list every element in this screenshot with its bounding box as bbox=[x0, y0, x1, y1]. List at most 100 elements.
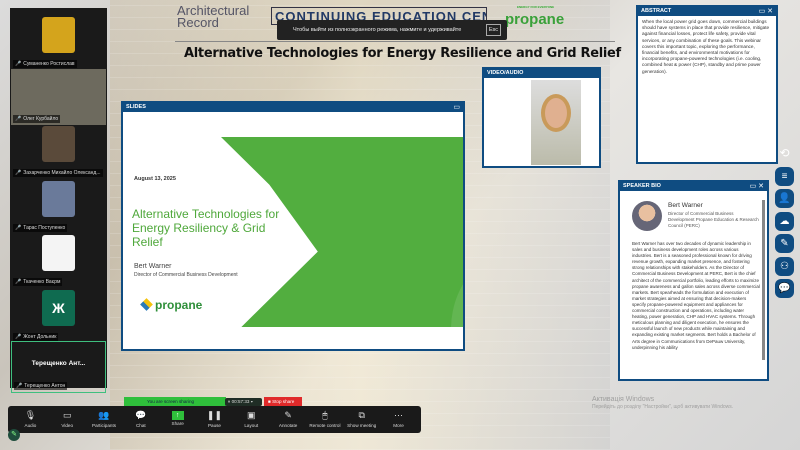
slide-presenter: Bert Warner bbox=[134, 263, 172, 270]
mic-muted-icon: 🎤 bbox=[16, 383, 23, 389]
participant-avatar bbox=[42, 180, 75, 217]
participant-name: 🎤 Олег Курбайло bbox=[13, 114, 61, 123]
button-label: More bbox=[393, 423, 404, 428]
button-label: Show meeting bbox=[347, 423, 377, 428]
more-button[interactable]: ⋯ More bbox=[381, 406, 417, 433]
remote-control-button[interactable]: 🖱 Remote control bbox=[307, 406, 343, 433]
participant-tile[interactable]: Ж 🎤 Жонт Дольник bbox=[11, 287, 106, 343]
active-speaker-name: Терещенко Ант... bbox=[31, 360, 86, 367]
participant-tile[interactable]: 🎤 Олег Курбайло bbox=[11, 68, 106, 125]
button-label: Audio bbox=[24, 423, 37, 428]
window-title: SPEAKER BIO bbox=[623, 183, 661, 189]
mic-muted-icon: 🎤 bbox=[15, 333, 22, 340]
participant-tile[interactable]: 🎤 Тарас Поступенко bbox=[11, 178, 106, 234]
participants-icon: 👥 bbox=[98, 410, 110, 420]
divider bbox=[175, 41, 615, 42]
button-label: Video bbox=[61, 423, 74, 428]
annotate-icon: ✎ bbox=[284, 410, 292, 420]
participant-name: 🎤 Ткаченко Ваєрм bbox=[13, 278, 63, 286]
slide-date: August 13, 2025 bbox=[134, 176, 176, 182]
participant-avatar bbox=[42, 235, 75, 271]
participant-tile[interactable]: 🎤 Ткаченко Ваєрм bbox=[11, 232, 106, 288]
scrollbar[interactable] bbox=[762, 200, 765, 360]
more-icon: ⋯ bbox=[394, 410, 404, 420]
button-label: Annotate bbox=[278, 423, 298, 428]
audio-button[interactable]: 🎙 Audio bbox=[12, 406, 48, 433]
architectural-record-logo: Architectural Record bbox=[177, 3, 250, 30]
slide-propane-logo: propane bbox=[140, 298, 202, 312]
survey-icon[interactable]: ✎ bbox=[775, 234, 794, 253]
pause-button[interactable]: ❚❚ Pause bbox=[196, 406, 232, 433]
mic-muted-icon: 🎤 bbox=[15, 224, 22, 231]
speaker-role: Director of Commercial Business Developm… bbox=[668, 211, 759, 228]
button-label: Remote control bbox=[309, 423, 341, 428]
menu-icon[interactable]: ≡ bbox=[775, 166, 794, 186]
user-check-icon[interactable]: 👤 bbox=[775, 189, 794, 208]
window-title: VIDEO/AUDIO bbox=[487, 70, 524, 76]
speaker-bio-window[interactable]: SPEAKER BIO ▭ ✕ Bert Warner Director of C… bbox=[618, 180, 769, 381]
speaker-bio-text: Bert Warner has over two decades of dyna… bbox=[632, 241, 760, 350]
show-meeting-button[interactable]: ⧉ Show meeting bbox=[344, 406, 380, 433]
participant-tile[interactable]: 🎤 Суманенко Ростислав bbox=[11, 14, 106, 70]
participant-tile[interactable]: Терещенко Ант... 🎤 Терещенко Антон bbox=[11, 341, 106, 393]
remote-control-icon: 🖱 bbox=[322, 410, 328, 420]
button-label: Pause bbox=[207, 423, 221, 428]
video-window[interactable]: VIDEO/AUDIO bbox=[482, 67, 601, 168]
participant-tile[interactable]: 🎤 Захарченко Михайло Олександ... bbox=[11, 123, 106, 179]
show-meeting-icon: ⧉ bbox=[358, 410, 365, 420]
participant-name: 🎤 Жонт Дольник bbox=[13, 332, 59, 341]
layout-icon: ▣ bbox=[247, 410, 256, 420]
participant-gallery[interactable]: 🎤 Суманенко Ростислав 🎤 Олег Курбайло 🎤 Захар… bbox=[10, 8, 107, 393]
slide: August 13, 2025 Alternative Technologies… bbox=[125, 113, 463, 327]
esc-key: Esc bbox=[485, 24, 501, 36]
participant-avatar bbox=[42, 17, 75, 53]
slide-title: Alternative Technologies for Energy Resi… bbox=[132, 207, 280, 249]
participant-name: 🎤 Захарченко Михайло Олександ... bbox=[13, 169, 103, 177]
cloud-transfer-icon[interactable]: ☁ bbox=[775, 211, 794, 231]
window-controls-icon[interactable]: ▭ ✕ bbox=[750, 182, 764, 191]
meeting-toolbar: 🎙 Audio ▭ Video 👥 Participants 💬 Chat ↑ Share ❚❚ Pa… bbox=[8, 406, 421, 433]
window-controls-icon[interactable]: ▭ ✕ bbox=[759, 7, 773, 16]
video-button[interactable]: ▭ Video bbox=[49, 406, 85, 433]
video-icon: ▭ bbox=[62, 410, 72, 420]
share-icon: ↑ bbox=[171, 411, 184, 420]
slides-window[interactable]: SLIDES ▭ August 13, 2025 Alternative Tech… bbox=[121, 101, 465, 351]
reset-icon[interactable]: ⟲ bbox=[775, 144, 794, 163]
button-label: Share bbox=[171, 421, 184, 426]
mic-muted-icon: 🎤 bbox=[15, 115, 22, 122]
pause-icon: ❚❚ bbox=[206, 410, 223, 420]
button-label: Layout bbox=[244, 423, 259, 428]
maximize-icon[interactable]: ▭ bbox=[453, 103, 460, 112]
audio-icon: 🎙 bbox=[24, 410, 37, 420]
participants-button[interactable]: 👥 Participants bbox=[86, 406, 122, 433]
share-button[interactable]: ↑ Share bbox=[160, 406, 196, 433]
participant-name: 🎤 Тарас Поступенко bbox=[13, 223, 68, 232]
slide-role: Director of Commercial Business Developm… bbox=[134, 272, 238, 278]
button-label: Chat bbox=[135, 423, 146, 428]
page-title: Alternative Technologies for Energy Resi… bbox=[184, 46, 621, 61]
windows-activation-watermark: Активація Windows Перейдіть до розділу "… bbox=[592, 396, 734, 410]
group-icon[interactable]: ⚇ bbox=[775, 256, 794, 276]
annotate-pen-icon[interactable]: ✎ bbox=[8, 429, 20, 441]
mic-muted-icon: 🎤 bbox=[15, 279, 22, 285]
speaker-video bbox=[531, 80, 581, 165]
propane-logo: ENERGY FOR EVERYONE propane bbox=[505, 5, 565, 28]
abstract-window[interactable]: ABSTRACT ▭ ✕ When the local power grid go… bbox=[636, 5, 778, 164]
chat-button[interactable]: 💬 Chat bbox=[123, 406, 159, 433]
window-title: ABSTRACT bbox=[641, 8, 672, 14]
participant-avatar bbox=[42, 126, 75, 162]
mic-muted-icon: 🎤 bbox=[15, 170, 22, 176]
mic-muted-icon: 🎤 bbox=[15, 61, 22, 67]
chat-icon[interactable]: 💬 bbox=[775, 279, 794, 298]
window-title: SLIDES bbox=[126, 104, 146, 110]
abstract-text: When the local power grid goes down, com… bbox=[642, 19, 770, 74]
layout-button[interactable]: ▣ Layout bbox=[233, 406, 269, 433]
speaker-avatar bbox=[632, 201, 662, 231]
right-toolbar: ⟲ ≡ 👤 ☁ ✎ ⚇ 💬 bbox=[775, 144, 797, 302]
participant-name: 🎤 Терещенко Антон bbox=[14, 382, 68, 390]
button-label: Participants bbox=[92, 423, 117, 428]
participant-name: 🎤 Суманенко Ростислав bbox=[13, 60, 77, 68]
sharing-timer[interactable]: ⏸ 00:57:33 ▾ bbox=[225, 398, 262, 406]
annotate-button[interactable]: ✎ Annotate bbox=[270, 406, 306, 433]
participant-avatar: Ж bbox=[42, 289, 75, 326]
